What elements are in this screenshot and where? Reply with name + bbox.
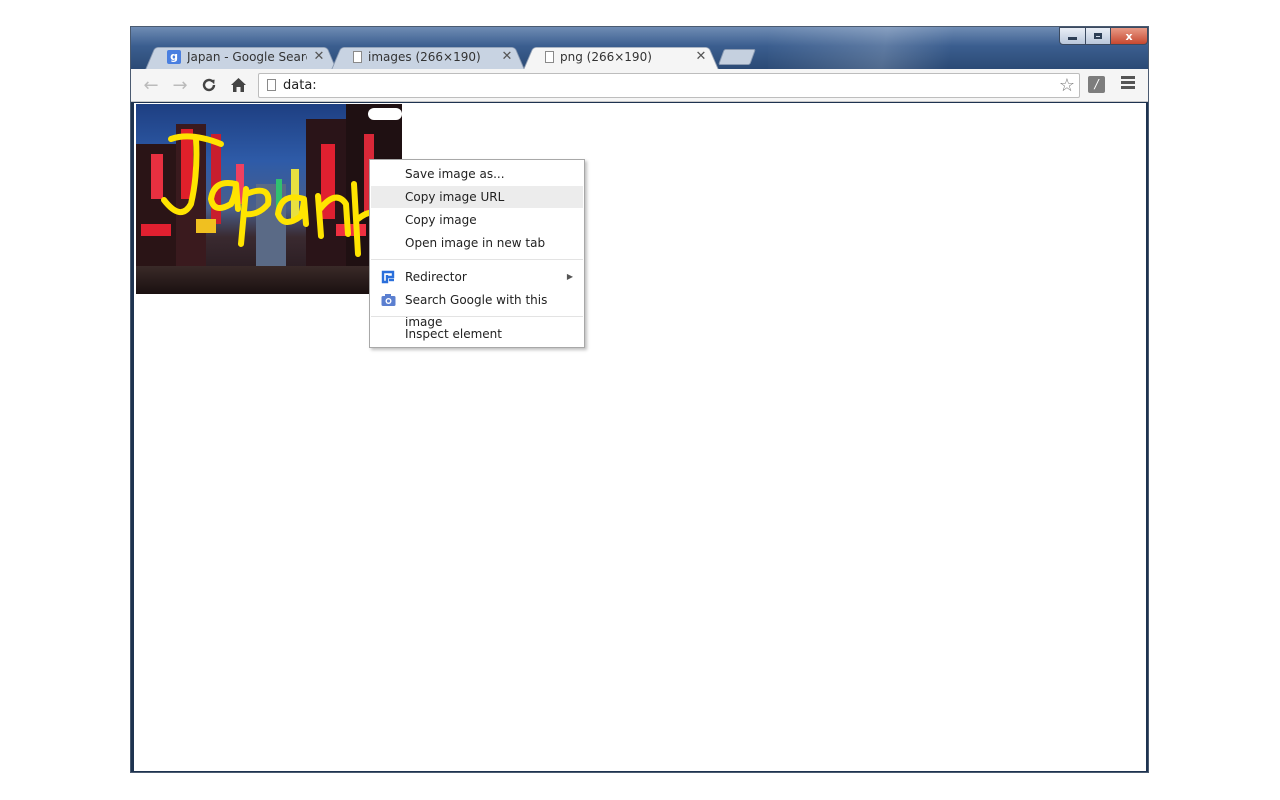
maximize-icon xyxy=(1094,33,1102,39)
tab-close-icon[interactable]: ✕ xyxy=(695,49,707,64)
url-input[interactable] xyxy=(283,76,1043,94)
menu-item-copy-image[interactable]: Copy image xyxy=(371,209,583,231)
titlebar-glass-streak xyxy=(768,27,1028,69)
extension-icon[interactable]: / xyxy=(1088,76,1105,93)
tab-title: images (266×190) xyxy=(368,49,481,64)
menu-item-label: Redirector xyxy=(405,270,467,284)
menu-item-redirector[interactable]: Redirector ▶ xyxy=(371,266,583,288)
page-icon xyxy=(353,50,362,63)
menu-item-label: Copy image xyxy=(405,213,477,227)
browser-toolbar: ← → ☆ / xyxy=(131,69,1148,102)
forward-arrow-icon: → xyxy=(172,74,188,96)
page-content xyxy=(134,103,1146,771)
new-tab-button[interactable] xyxy=(718,49,756,65)
home-button[interactable] xyxy=(226,74,250,96)
tab-png[interactable]: png (266×190) ✕ xyxy=(523,44,719,70)
tab-close-icon[interactable]: ✕ xyxy=(313,49,325,64)
tab-title: Japan - Google Search xyxy=(187,49,307,64)
minimize-icon xyxy=(1068,37,1077,40)
menu-item-label: Inspect element xyxy=(405,327,502,341)
menu-item-label: Save image as... xyxy=(405,167,505,181)
tab-title: png (266×190) xyxy=(560,49,652,64)
menu-item-save-image-as[interactable]: Save image as... xyxy=(371,163,583,185)
close-window-button[interactable]: x xyxy=(1110,27,1148,45)
menu-item-search-google-image[interactable]: Search Google with this image xyxy=(371,289,583,329)
menu-separator xyxy=(371,316,583,317)
context-menu: Save image as... Copy image URL Copy ima… xyxy=(369,159,585,348)
camera-icon xyxy=(381,294,396,306)
address-bar[interactable]: ☆ xyxy=(258,73,1080,98)
displayed-image[interactable] xyxy=(136,104,402,294)
redirector-icon xyxy=(381,270,395,284)
google-g-icon: g xyxy=(167,49,181,64)
submenu-arrow-icon: ▶ xyxy=(566,272,573,281)
menu-item-inspect-element[interactable]: Inspect element xyxy=(371,323,583,345)
forward-button[interactable]: → xyxy=(168,74,192,96)
menu-separator xyxy=(371,259,583,260)
chrome-menu-button[interactable] xyxy=(1121,76,1135,92)
japan-handwriting-icon xyxy=(161,133,389,257)
browser-window: x g Japan - Google Search ✕ images (266×… xyxy=(130,26,1149,773)
tab-images[interactable]: images (266×190) ✕ xyxy=(331,44,525,70)
menu-item-copy-image-url[interactable]: Copy image URL xyxy=(371,186,583,208)
bookmark-star-icon[interactable]: ☆ xyxy=(1059,75,1075,96)
menu-item-label: Open image in new tab xyxy=(405,236,546,250)
back-arrow-icon: ← xyxy=(143,74,159,96)
title-bar: x g Japan - Google Search ✕ images (266×… xyxy=(131,27,1148,70)
menu-item-open-image-new-tab[interactable]: Open image in new tab xyxy=(371,232,583,254)
home-icon xyxy=(230,78,246,92)
back-button[interactable]: ← xyxy=(139,74,163,96)
menu-item-label: Copy image URL xyxy=(405,190,505,204)
reload-icon xyxy=(202,78,216,92)
page-icon xyxy=(267,79,276,91)
maximize-button[interactable] xyxy=(1085,27,1111,45)
page-icon xyxy=(545,50,554,63)
minimize-button[interactable] xyxy=(1059,27,1086,45)
tab-close-icon[interactable]: ✕ xyxy=(501,49,513,64)
reload-button[interactable] xyxy=(197,74,221,96)
tab-japan-google-search[interactable]: g Japan - Google Search ✕ xyxy=(145,44,337,70)
